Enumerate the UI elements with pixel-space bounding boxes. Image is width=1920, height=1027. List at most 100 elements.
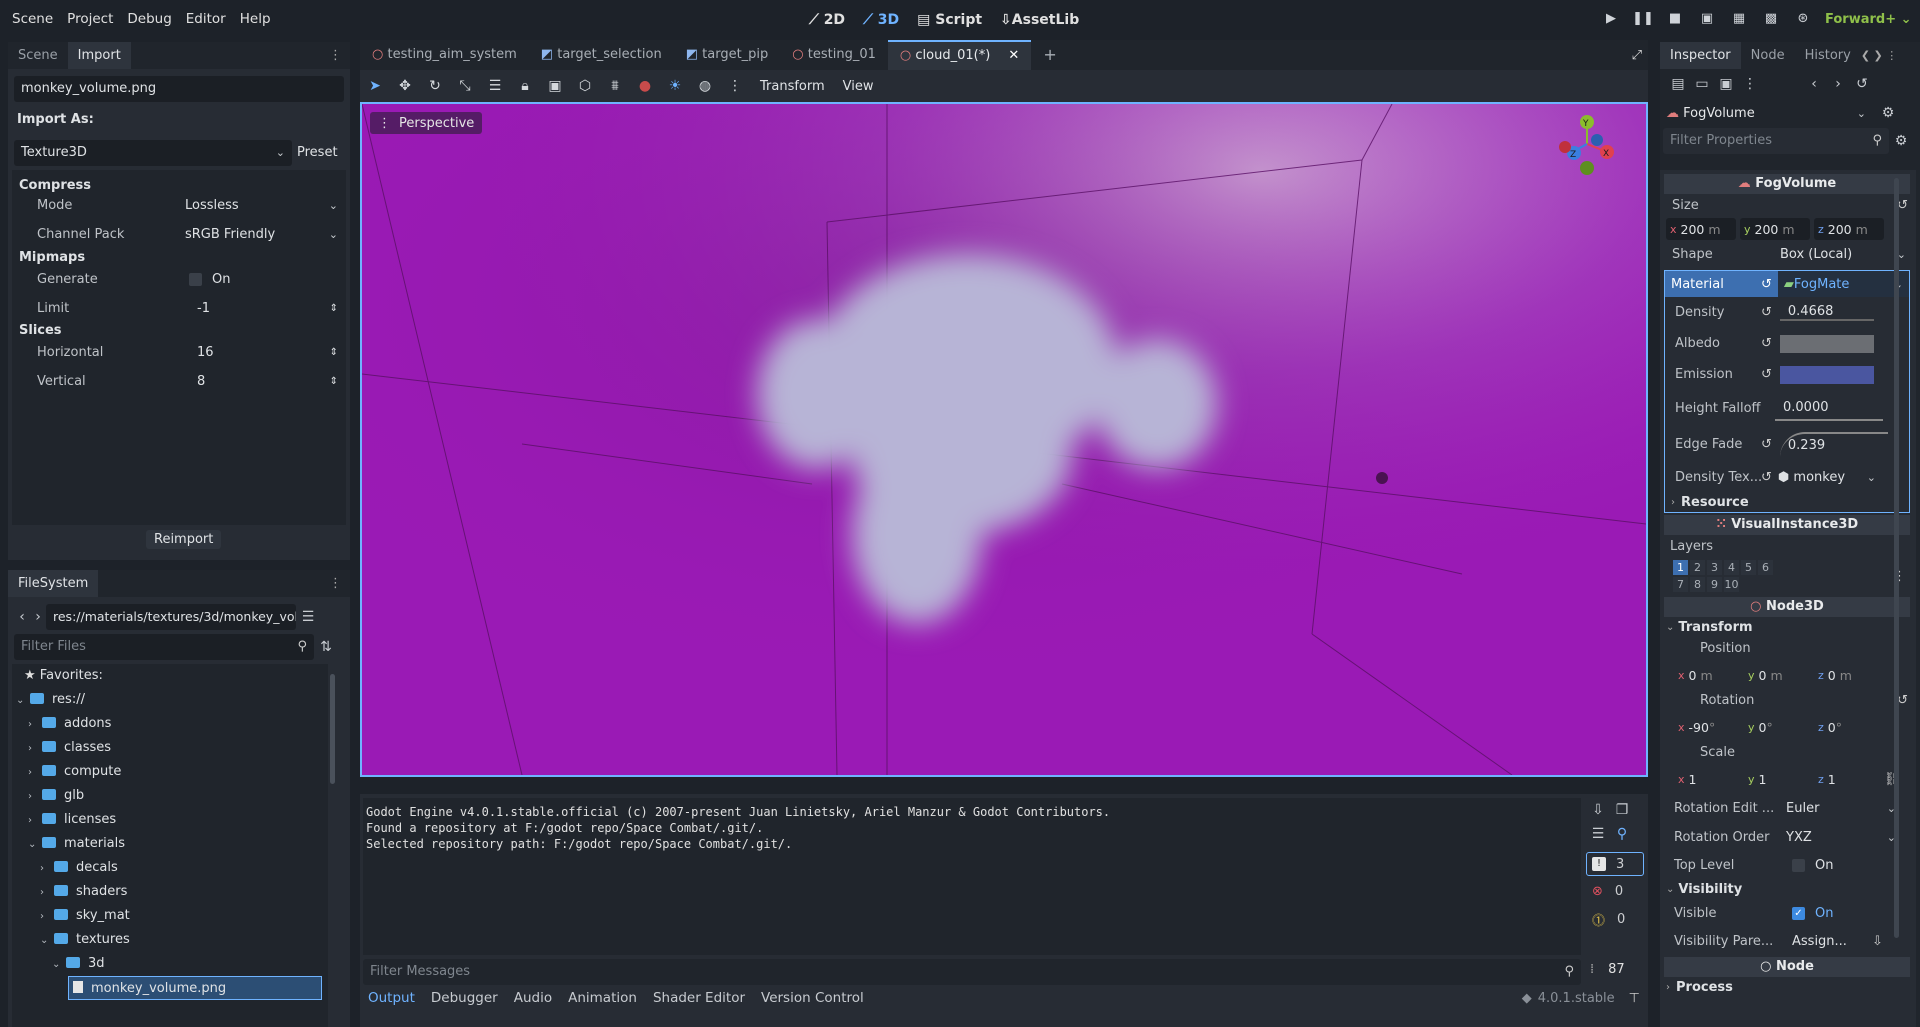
top-level-checkbox[interactable]: On [1792, 858, 1833, 873]
emission-color-picker[interactable] [1779, 365, 1874, 384]
layer-8[interactable]: 8 [1690, 577, 1705, 592]
output-log[interactable]: Godot Engine v4.0.1.stable.official (c) … [363, 798, 1581, 955]
dock-menu-icon[interactable]: ⋮ [329, 576, 342, 591]
pin-panel-icon[interactable]: ⊤ [1629, 991, 1640, 1006]
layer-6[interactable]: 6 [1758, 560, 1773, 575]
tab-history[interactable]: History [1795, 42, 1861, 69]
layer-10[interactable]: 10 [1724, 577, 1739, 592]
material-row[interactable]: Material ↺ ▰FogMate⌄ [1665, 271, 1909, 297]
back-icon[interactable]: ‹ [14, 605, 30, 629]
split-view-icon[interactable]: ☰ [296, 605, 320, 629]
menu-debug[interactable]: Debug [120, 0, 178, 39]
visible-checkbox[interactable]: ✓ On [1792, 906, 1833, 921]
mode-script-button[interactable]: ▤ Script [908, 12, 991, 28]
limit-spinbox[interactable]: -1 ⇕ [197, 301, 338, 316]
layer-5[interactable]: 5 [1741, 560, 1756, 575]
menu-help[interactable]: Help [233, 0, 278, 39]
add-tab-icon[interactable]: + [1031, 40, 1068, 70]
perspective-menu[interactable]: ⋮ Perspective [370, 112, 483, 134]
list-select-icon[interactable]: ☰ [480, 71, 510, 101]
mode-2d-button[interactable]: ⟋ 2D [800, 12, 854, 28]
new-resource-icon[interactable]: ▤ [1666, 72, 1690, 96]
revert-icon[interactable]: ↺ [1761, 367, 1772, 382]
more-options-icon[interactable]: ⋮ [720, 71, 750, 101]
sun-preview-icon[interactable]: ☀ [660, 71, 690, 101]
tree-item-textures[interactable]: ⌄ textures [12, 928, 328, 952]
scale-tool-icon[interactable]: ⤡ [450, 71, 480, 101]
scale-y-field[interactable]: y1 [1744, 768, 1806, 790]
tab-audio[interactable]: Audio [506, 986, 560, 1010]
history-icon[interactable]: ↺ [1850, 72, 1874, 96]
mode-select[interactable]: Lossless ⌄ [185, 198, 338, 213]
shape-select[interactable]: Box (Local) ⌄ [1780, 243, 1906, 267]
more-options-icon[interactable]: ⋮ [1738, 72, 1762, 96]
mode-assetlib-button[interactable]: ⇩AssetLib [991, 12, 1088, 28]
errors-filter-button[interactable]: ⊗ 0 [1586, 876, 1646, 906]
generate-checkbox[interactable]: On [189, 272, 230, 287]
save-icon[interactable]: ▣ [1714, 72, 1738, 96]
object-selector[interactable]: ☁ FogVolume ⌄ [1666, 106, 1866, 121]
size-z-field[interactable]: z 200 m [1814, 218, 1884, 240]
tab-debugger[interactable]: Debugger [423, 986, 506, 1010]
reimport-button[interactable]: Reimport [146, 530, 222, 549]
search-icon[interactable]: ⚲ [1610, 822, 1634, 846]
rotation-order-select[interactable]: YXZ ⌄ [1786, 830, 1896, 845]
material-resource[interactable]: ▰FogMate⌄ [1777, 271, 1909, 297]
back-icon[interactable]: ‹ [1802, 72, 1826, 96]
play-icon[interactable]: ▶ [1600, 8, 1622, 30]
preset-button[interactable]: Preset [297, 145, 338, 160]
position-z-field[interactable]: z0 m [1814, 664, 1876, 686]
filter-messages-input[interactable]: Filter Messages ⚲ [363, 959, 1581, 985]
tab-testing-01[interactable]: ○ testing_01 [780, 40, 888, 70]
property-settings-icon[interactable]: ⚙ [1889, 129, 1913, 153]
close-icon[interactable]: ✕ [1008, 48, 1019, 63]
snap-icon[interactable]: ⩩ [600, 71, 630, 101]
tab-testing-aim-system[interactable]: ○ testing_aim_system [360, 40, 529, 70]
rotate-tool-icon[interactable]: ↻ [420, 71, 450, 101]
edge-fade-curve[interactable]: 0.239 [1779, 431, 1888, 457]
tab-scene[interactable]: Scene [8, 42, 68, 69]
tab-node[interactable]: Node [1741, 42, 1795, 69]
resource-section[interactable]: › Resource [1665, 492, 1909, 512]
revert-icon[interactable]: ↺ [1761, 437, 1772, 452]
tab-target-selection[interactable]: ◩ target_selection [529, 40, 674, 70]
layer-3[interactable]: 3 [1707, 560, 1722, 575]
renderer-select[interactable]: Forward+ ⌄ [1825, 12, 1912, 27]
lock-icon[interactable]: 🔒︎ [510, 71, 540, 101]
tree-item-3d[interactable]: ⌄ 3d [12, 952, 328, 976]
tab-shader-editor[interactable]: Shader Editor [645, 986, 753, 1010]
collapse-icon[interactable]: ☰ [1586, 822, 1610, 846]
filter-files-input[interactable]: Filter Files ⚲ [14, 634, 314, 660]
tree-item-monkey-volume[interactable]: monkey_volume.png [68, 976, 322, 1000]
tree-item-shaders[interactable]: › shaders [12, 880, 328, 904]
tab-animation[interactable]: Animation [560, 986, 645, 1010]
albedo-color-picker[interactable] [1779, 334, 1874, 353]
warnings-filter-button[interactable]: ⓵0 [1586, 906, 1646, 932]
sort-icon[interactable]: ⇅ [314, 635, 338, 659]
tree-item-classes[interactable]: › classes [12, 736, 328, 760]
transform-menu[interactable]: Transform [760, 79, 825, 94]
tree-item-licenses[interactable]: › licenses [12, 808, 328, 832]
layer-9[interactable]: 9 [1707, 577, 1722, 592]
revert-icon[interactable]: ↺ [1761, 277, 1772, 292]
revert-icon[interactable]: ↺ [1761, 336, 1772, 351]
menu-editor[interactable]: Editor [179, 0, 233, 39]
tab-output[interactable]: Output [360, 986, 423, 1010]
layer-7[interactable]: 7 [1673, 577, 1688, 592]
inspector-scrollbar[interactable] [1894, 178, 1899, 938]
move-tool-icon[interactable]: ✥ [390, 71, 420, 101]
vertical-spinbox[interactable]: 8 ⇕ [197, 374, 338, 389]
copy-down-icon[interactable]: ⇩ [1586, 798, 1610, 822]
rotation-edit-select[interactable]: Euler ⌄ [1786, 801, 1896, 816]
revert-icon[interactable]: ↺ [1761, 470, 1772, 485]
transform-section[interactable]: ⌄ Transform [1660, 617, 1916, 637]
forward-icon[interactable]: › [30, 605, 46, 629]
object-params-icon[interactable]: ⚙ [1876, 101, 1900, 125]
movie-maker-icon[interactable]: ⊛ [1792, 8, 1814, 30]
tab-cloud-01[interactable]: ○ cloud_01(*) ✕ [887, 40, 1032, 70]
camera-preview-icon[interactable]: ● [630, 71, 660, 101]
dock-arrows-icon[interactable]: ❮ ❯ ⋮ [1861, 49, 1897, 62]
size-y-field[interactable]: y 200 m [1740, 218, 1810, 240]
play-custom-scene-icon[interactable]: ▩ [1760, 8, 1782, 30]
menu-scene[interactable]: Scene [5, 0, 60, 39]
